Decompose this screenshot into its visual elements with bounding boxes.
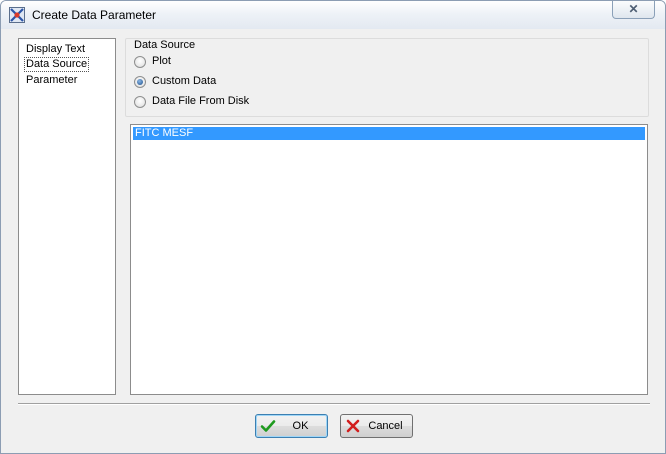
- close-button[interactable]: ✕: [612, 1, 655, 19]
- ok-button-label: OK: [292, 420, 309, 432]
- nav-item-data-source[interactable]: Data Source: [24, 57, 90, 72]
- data-source-group-label: Data Source: [133, 39, 197, 51]
- radio-button[interactable]: [134, 96, 146, 108]
- footer-divider: [18, 403, 650, 405]
- checkmark-icon: [260, 420, 276, 432]
- radio-label: Plot: [152, 55, 171, 67]
- radio-button-checked[interactable]: [134, 76, 146, 88]
- list-item[interactable]: FITC MESF: [133, 127, 645, 140]
- dialog-window: Create Data Parameter ✕ Display Text Dat…: [0, 0, 666, 454]
- red-x-icon: [346, 419, 360, 433]
- radio-label: Data File From Disk: [152, 95, 250, 107]
- ok-button[interactable]: OK: [255, 414, 328, 438]
- custom-data-list[interactable]: FITC MESF: [130, 124, 648, 395]
- title-bar[interactable]: Create Data Parameter ✕: [1, 1, 665, 29]
- section-nav-list[interactable]: Display Text Data Source Parameter: [18, 38, 116, 395]
- window-title: Create Data Parameter: [32, 8, 157, 22]
- nav-item-display-text[interactable]: Display Text: [24, 42, 87, 57]
- radio-label: Custom Data: [152, 75, 217, 87]
- app-icon: [9, 7, 25, 23]
- radio-button[interactable]: [134, 56, 146, 68]
- cancel-button[interactable]: Cancel: [340, 414, 413, 438]
- close-icon: ✕: [628, 2, 639, 16]
- nav-item-parameter[interactable]: Parameter: [24, 73, 79, 88]
- cancel-button-label: Cancel: [368, 420, 403, 432]
